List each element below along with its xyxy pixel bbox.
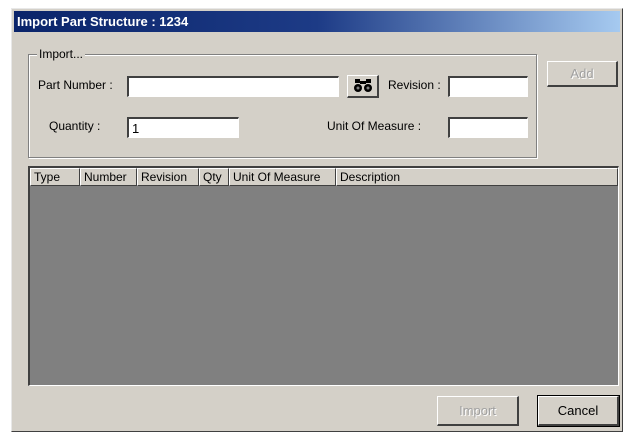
list-header: Type Number Revision Qty Unit Of Measure… (30, 168, 618, 186)
import-part-structure-dialog: Import Part Structure : 1234 Import... P… (11, 8, 623, 432)
part-number-input[interactable] (127, 76, 339, 97)
part-structure-list[interactable]: Type Number Revision Qty Unit Of Measure… (28, 166, 619, 386)
window-title: Import Part Structure : 1234 (14, 11, 620, 32)
column-header-number[interactable]: Number (80, 168, 137, 186)
find-part-button[interactable] (347, 75, 379, 98)
import-groupbox: Import... Part Number : Revision : Quant… (28, 47, 537, 158)
import-group-legend: Import... (37, 47, 86, 61)
column-header-unit-of-measure[interactable]: Unit Of Measure (229, 168, 336, 186)
revision-input[interactable] (448, 76, 528, 97)
column-header-description[interactable]: Description (336, 168, 618, 186)
import-button[interactable]: Import (437, 396, 519, 426)
binoculars-icon (353, 79, 372, 92)
column-header-revision[interactable]: Revision (137, 168, 199, 186)
column-header-qty[interactable]: Qty (199, 168, 229, 186)
unit-of-measure-input[interactable] (448, 117, 528, 138)
revision-label: Revision : (388, 78, 441, 92)
cancel-button[interactable]: Cancel (537, 395, 620, 427)
column-header-type[interactable]: Type (30, 168, 80, 186)
part-number-label: Part Number : (38, 78, 113, 92)
add-button[interactable]: Add (547, 61, 618, 87)
unit-of-measure-label: Unit Of Measure : (327, 119, 422, 133)
quantity-label: Quantity : (49, 119, 101, 133)
quantity-input[interactable]: 1 (127, 117, 239, 138)
